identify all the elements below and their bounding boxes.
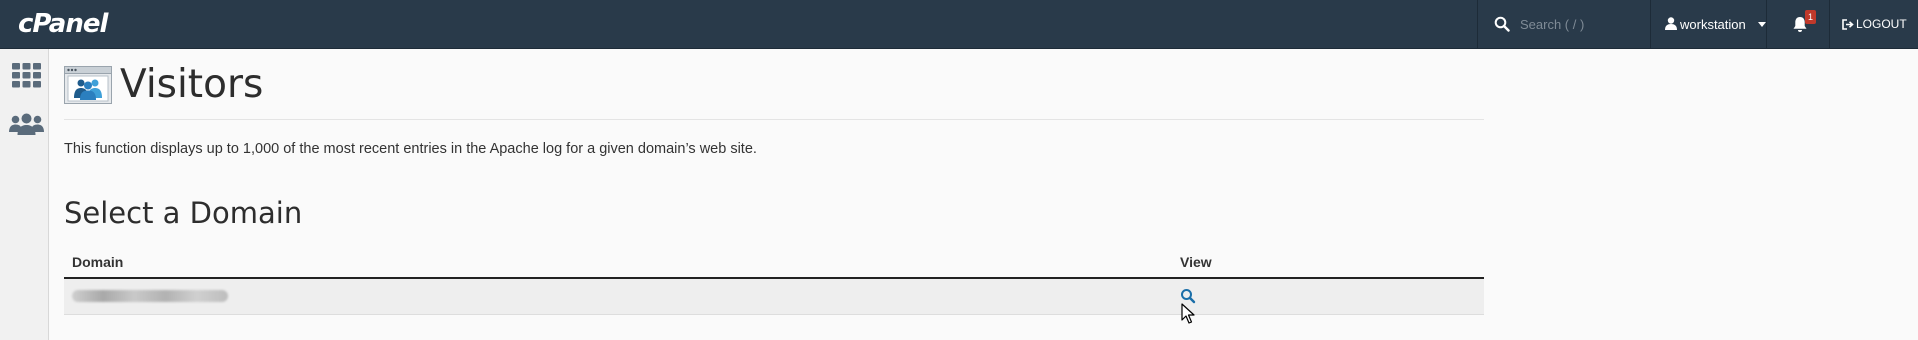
column-header-domain: Domain [64, 246, 1172, 279]
mouse-cursor-icon [1181, 303, 1195, 324]
cpanel-logo[interactable]: cPanel [18, 9, 108, 39]
grid-icon[interactable] [12, 63, 41, 88]
search-icon [1494, 16, 1510, 32]
logout-label: LOGOUT [1856, 17, 1907, 31]
redacted-domain-name [72, 290, 228, 303]
users-icon[interactable] [9, 113, 44, 135]
notifications-button[interactable]: 1 [1767, 0, 1829, 49]
page-title: Visitors [120, 62, 264, 107]
search-box [1478, 0, 1650, 49]
logout-icon [1842, 19, 1854, 30]
table-header-row: Domain View [64, 246, 1484, 279]
domain-cell [64, 277, 1172, 315]
table-row [64, 277, 1484, 315]
search-icon[interactable] [1180, 288, 1196, 304]
page-header: Visitors [64, 62, 1484, 120]
view-cell [1172, 277, 1484, 315]
sidebar [0, 49, 49, 340]
visitors-icon [64, 66, 112, 104]
domain-table: Domain View [64, 246, 1484, 315]
column-header-view: View [1172, 246, 1484, 279]
notification-count-badge: 1 [1805, 10, 1816, 24]
section-title: Select a Domain [64, 196, 303, 230]
user-icon [1665, 17, 1677, 30]
logout-button[interactable]: LOGOUT [1830, 0, 1918, 49]
page-description: This function displays up to 1,000 of th… [64, 141, 757, 157]
chevron-down-icon [1758, 22, 1766, 27]
top-navbar: cPanel workstation 1 LOGOUT [0, 0, 1918, 49]
search-input[interactable] [1520, 12, 1640, 36]
user-menu-dropdown[interactable]: workstation [1651, 0, 1766, 49]
username-label: workstation [1680, 17, 1746, 32]
